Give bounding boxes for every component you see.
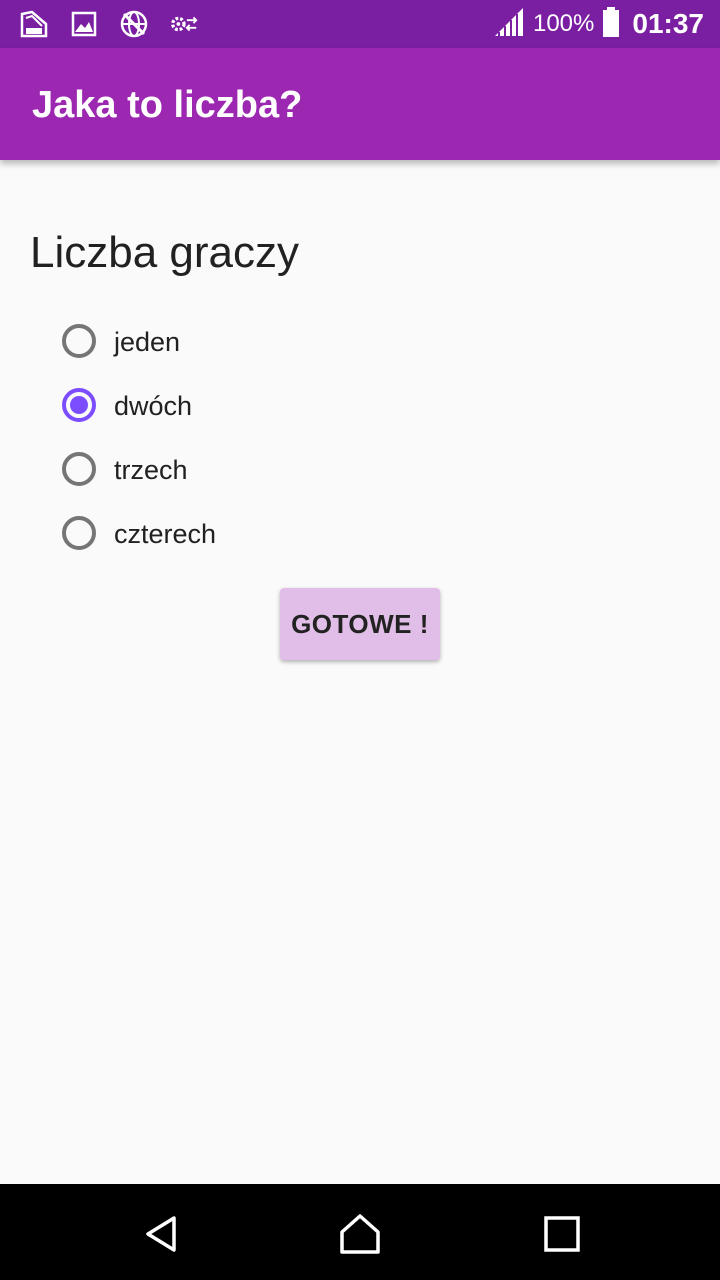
radio-label: dwóch — [114, 390, 193, 421]
gallery-icon — [68, 8, 100, 40]
battery-percent: 100% — [532, 10, 595, 37]
recent-apps-icon[interactable] — [540, 1212, 584, 1256]
radio-dot-icon — [70, 396, 88, 414]
radio-option-czterech[interactable]: czterech — [62, 502, 216, 566]
section-title: Liczba graczy — [30, 228, 300, 277]
settings-sync-icon — [168, 8, 200, 40]
radio-label: czterech — [114, 518, 217, 549]
app-bar: Jaka to liczba? — [0, 48, 720, 160]
player-count-radio-group: jeden dwóch trzech czterech — [62, 310, 216, 566]
back-icon[interactable] — [140, 1212, 184, 1256]
status-bar: 100% 01:37 — [0, 0, 720, 48]
signal-icon — [493, 6, 525, 42]
vpn-globe-icon — [118, 8, 150, 40]
radio-option-jeden[interactable]: jeden — [62, 310, 216, 374]
radio-option-trzech[interactable]: trzech — [62, 438, 216, 502]
radio-option-dwoch[interactable]: dwóch — [62, 374, 216, 438]
app-title: Jaka to liczba? — [32, 84, 303, 126]
radio-label: jeden — [114, 326, 181, 357]
battery-icon — [602, 6, 620, 42]
radio-button-icon[interactable] — [62, 452, 96, 486]
radio-button-icon[interactable] — [62, 516, 96, 550]
done-button[interactable]: GOTOWE ! — [280, 588, 440, 660]
navigation-bar — [0, 1184, 720, 1280]
notification-app-icon — [18, 8, 50, 40]
clock: 01:37 — [632, 8, 704, 39]
radio-button-icon[interactable] — [62, 388, 96, 422]
radio-label: trzech — [114, 454, 188, 485]
home-icon[interactable] — [338, 1212, 382, 1256]
radio-button-icon[interactable] — [62, 324, 96, 358]
